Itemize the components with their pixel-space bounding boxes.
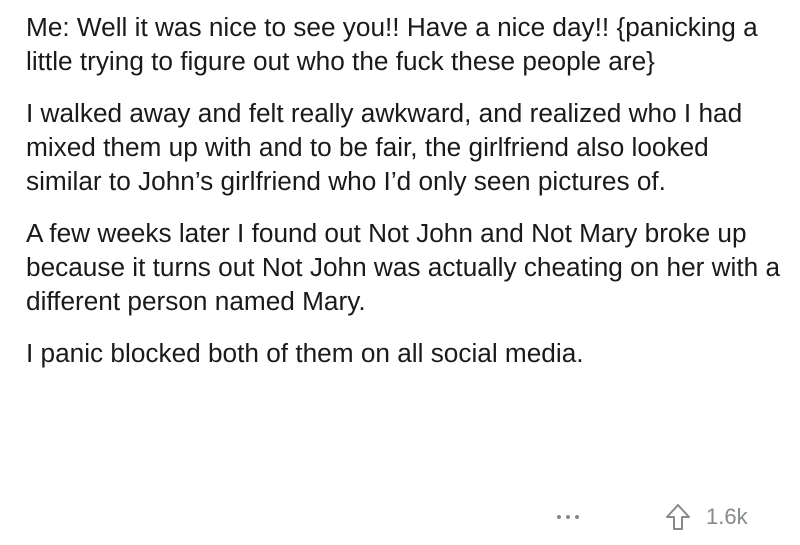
dot bbox=[575, 515, 579, 519]
post-body: Me: Well it was nice to see you!! Have a… bbox=[26, 10, 786, 370]
dot bbox=[557, 515, 561, 519]
upvote-count: 1.6k bbox=[706, 504, 748, 529]
post-footer: 1.6k bbox=[0, 500, 800, 536]
upvote-button[interactable]: 1.6k bbox=[666, 502, 748, 532]
upvote-arrow-icon bbox=[666, 504, 690, 530]
post-paragraph: Me: Well it was nice to see you!! Have a… bbox=[26, 12, 758, 76]
dot bbox=[566, 515, 570, 519]
post-paragraph: I walked away and felt really awkward, a… bbox=[26, 98, 743, 196]
more-options-icon[interactable] bbox=[557, 514, 579, 520]
post-paragraph: I panic blocked both of them on all soci… bbox=[26, 338, 584, 368]
post-paragraph: A few weeks later I found out Not John a… bbox=[26, 218, 781, 316]
